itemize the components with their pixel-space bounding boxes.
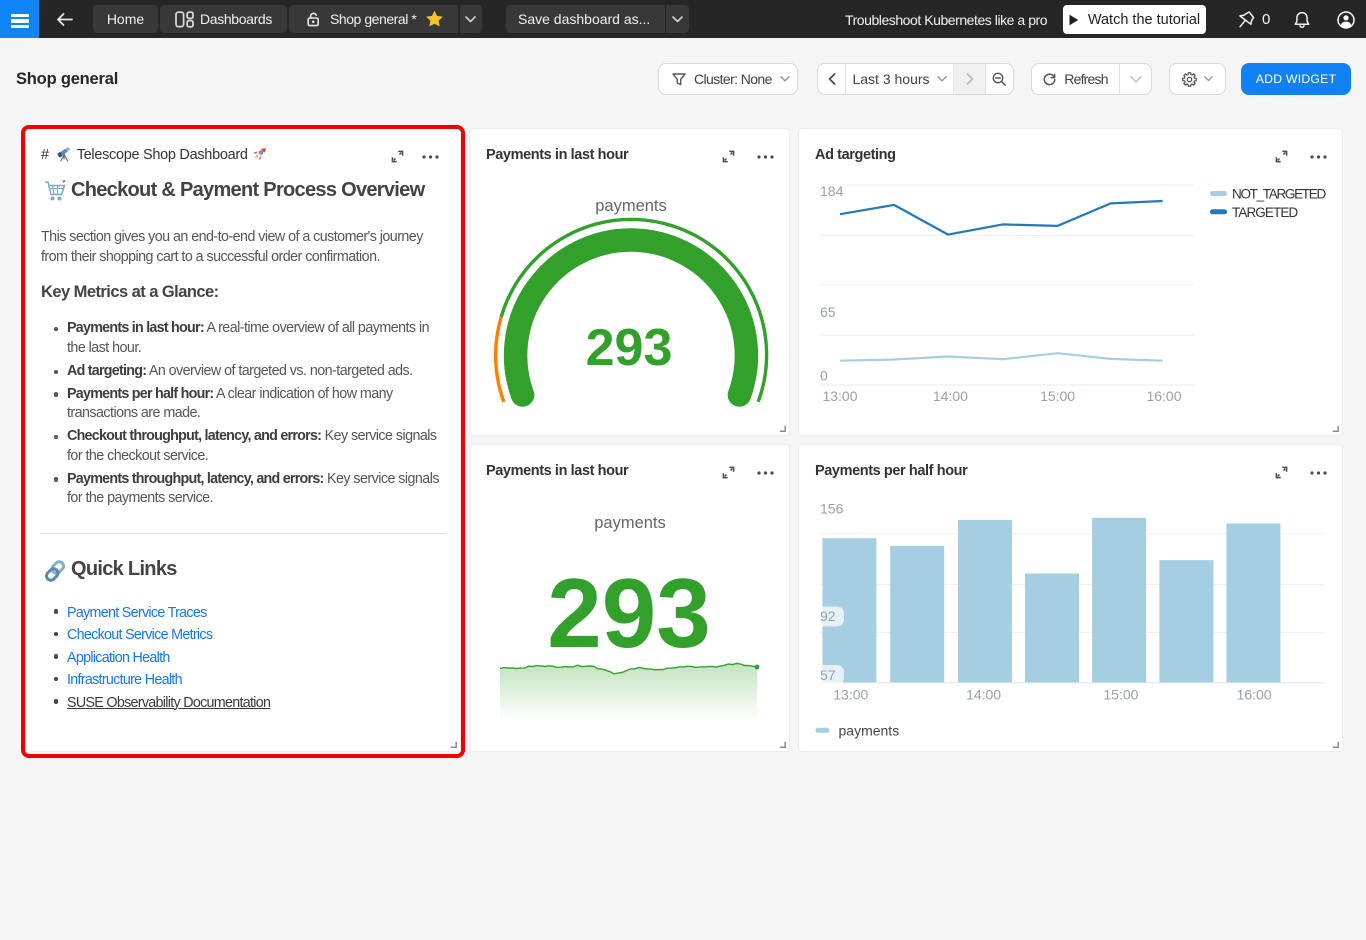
svg-text:15:00: 15:00 bbox=[1040, 388, 1075, 404]
svg-text:92: 92 bbox=[820, 608, 836, 624]
svg-text:293: 293 bbox=[586, 319, 673, 377]
svg-text:13:00: 13:00 bbox=[833, 686, 868, 702]
svg-text:13:00: 13:00 bbox=[822, 388, 857, 404]
svg-text:0: 0 bbox=[820, 368, 828, 384]
svg-text:payments: payments bbox=[594, 514, 666, 532]
svg-text:NOT_TARGETED: NOT_TARGETED bbox=[1232, 187, 1326, 202]
svg-text:156: 156 bbox=[820, 500, 844, 516]
svg-text:57: 57 bbox=[820, 667, 836, 683]
svg-text:16:00: 16:00 bbox=[1146, 388, 1181, 404]
svg-text:14:00: 14:00 bbox=[966, 686, 1001, 702]
svg-text:14:00: 14:00 bbox=[933, 388, 968, 404]
svg-text:15:00: 15:00 bbox=[1103, 686, 1138, 702]
svg-text:TARGETED: TARGETED bbox=[1232, 205, 1298, 220]
svg-text:65: 65 bbox=[820, 304, 836, 320]
svg-text:293: 293 bbox=[547, 558, 711, 668]
svg-text:payments: payments bbox=[595, 197, 667, 215]
svg-text:payments: payments bbox=[839, 722, 900, 738]
svg-text:16:00: 16:00 bbox=[1237, 686, 1272, 702]
svg-text:184: 184 bbox=[820, 183, 844, 199]
